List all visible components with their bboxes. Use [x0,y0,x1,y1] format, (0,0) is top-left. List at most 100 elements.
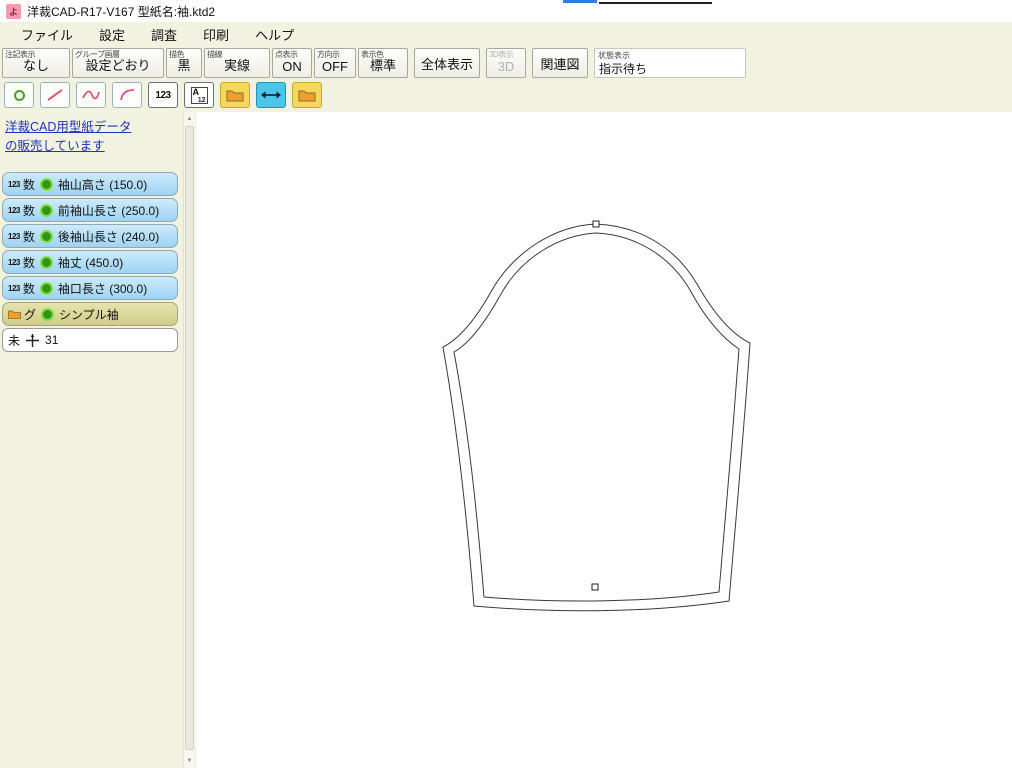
fit-view-button[interactable]: 全体表示 [414,48,480,78]
menu-file[interactable]: ファイル [8,22,86,47]
line-style-button[interactable]: 描線 実線 [204,48,270,78]
folder-icon [226,90,244,102]
sleeve-outer-outline[interactable] [442,223,751,612]
draw-color-button[interactable]: 描色 黒 [166,48,202,78]
crosshair-cursor-icon [26,333,40,347]
param-kind: 数 [22,177,35,192]
parameter-list: 123 数 袖山高さ (150.0) 123 数 前袖山長さ (250.0) 1… [2,172,178,352]
line-tool-button[interactable] [40,82,70,108]
direction-display-caption: 方向示 [317,50,340,59]
related-figure-button[interactable]: 関連図 [532,48,588,78]
scrollbar-thumb[interactable] [185,126,194,750]
menubar: ファイル 設定 調査 印刷 ヘルプ [0,22,1012,46]
note-display-button[interactable]: 注記表示 なし [2,48,70,78]
point-display-caption: 点表示 [275,50,298,59]
numeric-badge: 123 [8,205,20,215]
param-row-sleeve-length[interactable]: 123 数 袖丈 (450.0) [2,250,178,274]
display-color-caption: 表示色 [361,50,384,59]
green-dot-icon [41,307,55,321]
wave-curve-icon [82,90,100,100]
3d-view-button: 3D表示 3D [486,48,526,78]
param-label: 後袖山長さ (240.0) [57,229,160,244]
menu-print[interactable]: 印刷 [190,22,242,47]
menu-inspect[interactable]: 調査 [138,22,190,47]
measure-arrow-button[interactable] [256,82,286,108]
param-label: 前袖山長さ (250.0) [57,203,160,218]
green-dot-icon [39,203,53,217]
green-dot-icon [39,229,53,243]
scrollbar-down-icon[interactable]: ▼ [184,755,195,767]
param-row-front-cap-length[interactable]: 123 数 前袖山長さ (250.0) [2,198,178,222]
green-dot-icon [39,255,53,269]
green-circle-icon [13,89,25,101]
folder-open-button[interactable] [220,82,250,108]
bottom-point-handle[interactable] [591,583,599,591]
numeric-badge: 123 [8,257,20,267]
taskbar-indicator [563,0,597,3]
shop-link[interactable]: 洋裁CAD用型紙データ の販売しています [5,118,131,157]
scrollbar-up-icon[interactable]: ▲ [184,113,195,125]
numeric-tool-button[interactable]: 123 [148,82,178,108]
green-dot-icon [39,281,53,295]
group-row-simple-sleeve[interactable]: グ シンプル袖 [2,302,178,326]
param-label: 袖口長さ (300.0) [57,281,148,296]
green-dot-icon [39,177,53,191]
param-row-cuff-length[interactable]: 123 数 袖口長さ (300.0) [2,276,178,300]
group-label: シンプル袖 [59,307,119,322]
status-text: 指示待ち [599,62,648,76]
numeric-badge: 123 [8,179,20,189]
point-display-button[interactable]: 点表示 ON [272,48,312,78]
top-point-handle[interactable] [592,220,600,228]
menu-settings[interactable]: 設定 [86,22,138,47]
related-figure-label: 関連図 [540,56,580,72]
param-kind: 数 [22,281,35,296]
note-display-caption: 注記表示 [5,50,36,59]
folder-button[interactable] [292,82,322,108]
sidebar-scrollbar[interactable]: ▲ ▼ [183,112,195,768]
pending-left-label: 未 [8,333,21,348]
numeric-badge: 123 [8,283,20,293]
label-display-tool-button[interactable]: A 12 [184,82,214,108]
sleeve-inner-outline[interactable] [453,232,740,602]
point-circle-tool-button[interactable] [4,82,34,108]
sidebar: 洋裁CAD用型紙データ の販売しています 123 数 袖山高さ (150.0) … [0,112,196,768]
line-style-value: 実線 [223,58,250,73]
line-icon [47,89,63,101]
numeric-badge: 123 [8,231,20,241]
3d-view-caption: 3D表示 [489,50,514,59]
titlebar: よ 洋裁CAD-R17-V167 型紙名:袖.ktd2 [0,0,1012,22]
pending-count: 31 [45,333,59,347]
arc-icon [120,89,135,101]
curve-tool-button[interactable] [76,82,106,108]
label-a: A [192,86,200,97]
settings-toolbar: 注記表示 なし グループ画層 設定どおり 描色 黒 描線 実線 点表示 ON 方… [0,46,1012,80]
group-layer-caption: グループ画層 [75,50,120,59]
group-layer-button[interactable]: グループ画層 設定どおり [72,48,164,78]
status-display-box: 状態表示 指示待ち [594,48,746,78]
background-window-edge [599,0,712,4]
param-kind: 数 [22,203,35,218]
direction-display-value: OFF [322,59,348,74]
pattern-drawing [442,220,751,612]
pending-row[interactable]: 未 31 [2,328,178,352]
mini-folder-icon [8,310,21,319]
menu-help[interactable]: ヘルプ [242,22,307,47]
label-12: 12 [197,96,206,104]
label-display-icon: A 12 [190,86,208,104]
param-kind: 数 [22,229,35,244]
param-label: 袖山高さ (150.0) [57,177,148,192]
param-row-sleeve-cap-height[interactable]: 123 数 袖山高さ (150.0) [2,172,178,196]
display-color-button[interactable]: 表示色 標準 [358,48,408,78]
horizontal-arrow-icon [261,91,281,99]
param-row-back-cap-length[interactable]: 123 数 後袖山長さ (240.0) [2,224,178,248]
draw-color-caption: 描色 [169,50,185,59]
drawing-canvas[interactable] [196,112,1012,768]
param-label: 袖丈 (450.0) [57,255,124,270]
tools-toolbar: 123 A 12 [0,80,1012,112]
arc-tool-button[interactable] [112,82,142,108]
direction-display-button[interactable]: 方向示 OFF [314,48,356,78]
shop-link-line2: の販売しています [5,139,105,154]
window-title: 洋裁CAD-R17-V167 型紙名:袖.ktd2 [27,4,216,19]
numeric-tool-label: 123 [155,89,171,101]
app-icon: よ [6,3,21,19]
